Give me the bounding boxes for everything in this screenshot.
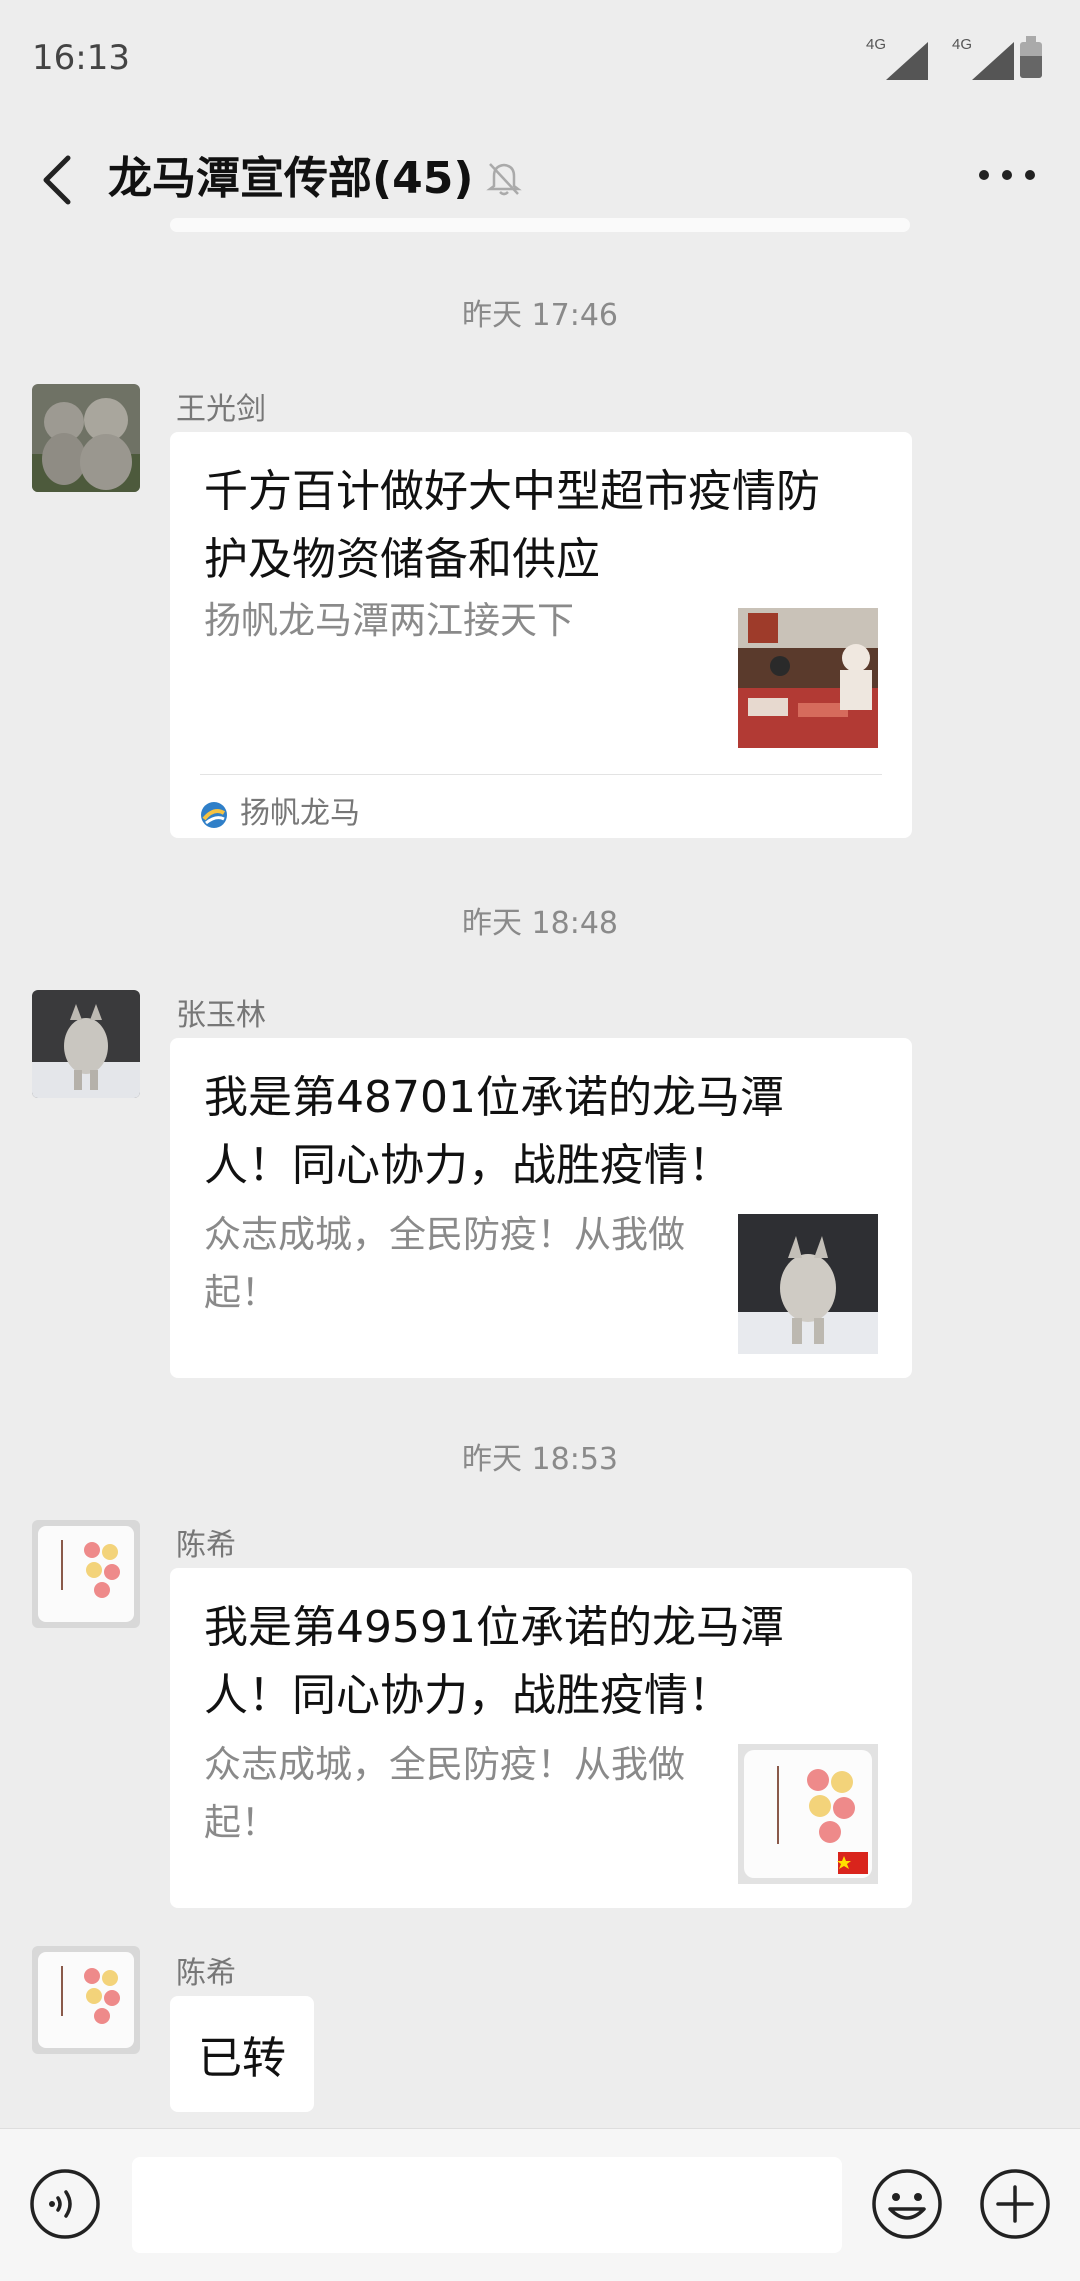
message-timestamp: 昨天 18:48	[462, 906, 618, 941]
input-bar	[0, 2128, 1080, 2281]
article-title: 我是第49591位承诺的龙马潭人！同心协力，战胜疫情！	[204, 1602, 784, 1721]
status-bar: 16:13 4G 4G	[0, 0, 1080, 120]
status-time: 16:13	[32, 38, 130, 78]
sender-name: 王光剑	[176, 392, 266, 427]
avatar[interactable]	[32, 1946, 140, 2054]
avatar[interactable]	[32, 990, 140, 1098]
plus-icon[interactable]	[978, 2167, 1052, 2241]
article-source: 扬帆龙马	[200, 788, 360, 832]
emoji-icon[interactable]	[870, 2167, 944, 2241]
sender-name: 陈希	[176, 1956, 236, 1991]
article-thumbnail	[738, 1214, 878, 1354]
bell-muted-icon	[482, 156, 526, 200]
more-dots-icon[interactable]	[962, 140, 1052, 210]
article-source-name: 扬帆龙马	[240, 796, 360, 831]
article-thumbnail	[738, 608, 878, 748]
article-title: 我是第48701位承诺的龙马潭人！同心协力，战胜疫情！	[204, 1072, 784, 1191]
sender-name: 张玉林	[176, 998, 266, 1033]
article-card[interactable]: 我是第48701位承诺的龙马潭人！同心协力，战胜疫情！ 众志成城，全民防疫！从我…	[170, 1038, 912, 1378]
back-arrow-icon[interactable]	[28, 130, 88, 220]
message-timestamp: 昨天 17:46	[462, 298, 618, 333]
article-card[interactable]: 我是第49591位承诺的龙马潭人！同心协力，战胜疫情！ 众志成城，全民防疫！从我…	[170, 1568, 912, 1908]
text-bubble[interactable]: 已转	[170, 1996, 314, 2112]
network-label-1: 4G	[866, 36, 887, 53]
sender-name: 陈希	[176, 1528, 236, 1563]
voice-icon[interactable]	[28, 2167, 102, 2241]
article-description: 众志成城，全民防疫！从我做起！	[204, 1213, 685, 1314]
article-thumbnail	[738, 1744, 878, 1884]
network-label-2: 4G	[952, 36, 973, 53]
battery-icon	[1020, 36, 1042, 78]
avatar[interactable]	[32, 384, 140, 492]
message-timestamp: 昨天 18:53	[462, 1442, 618, 1477]
source-logo-icon	[201, 801, 227, 828]
article-title: 千方百计做好大中型超市疫情防护及物资储备和供应	[204, 466, 820, 585]
chat-header: 龙马潭宣传部(45)	[0, 120, 1080, 230]
chat-title[interactable]: 龙马潭宣传部(45)	[108, 142, 473, 206]
article-description: 众志成城，全民防疫！从我做起！	[204, 1743, 685, 1844]
avatar[interactable]	[32, 1520, 140, 1628]
message-input[interactable]	[132, 2157, 842, 2253]
article-description: 扬帆龙马潭两江接天下	[204, 599, 574, 642]
message-text: 已转	[198, 2033, 286, 2084]
article-card[interactable]: 千方百计做好大中型超市疫情防护及物资储备和供应 扬帆龙马潭两江接天下 扬帆龙马	[170, 432, 912, 838]
previous-message-edge	[170, 218, 910, 232]
